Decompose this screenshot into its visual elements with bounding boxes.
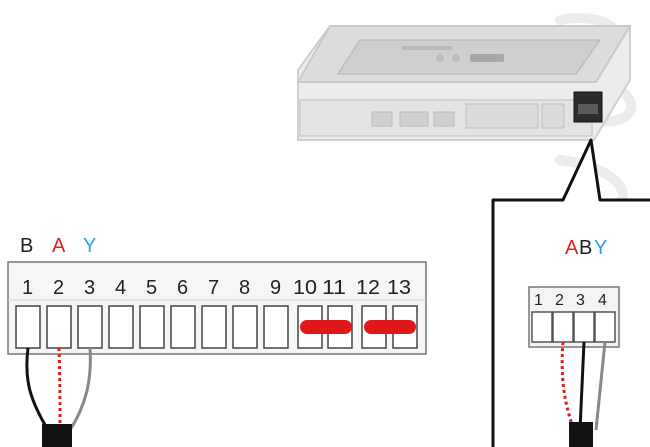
callout-wire-b: [578, 341, 586, 431]
callout-label-y: Y: [594, 237, 607, 259]
callout-wire-y: [594, 341, 607, 431]
main-wires: [25, 347, 92, 447]
callout-terminal-number: 1: [534, 292, 543, 309]
callout-label-a: A: [565, 237, 579, 259]
callout-terminal-number: 2: [555, 292, 564, 309]
terminal-number: 13: [387, 277, 411, 299]
terminal-slot: [139, 305, 165, 349]
terminal-number: 3: [84, 277, 95, 299]
main-label-b: B: [20, 235, 33, 257]
terminal-slot: [46, 305, 72, 349]
terminal-number: 11: [322, 277, 346, 299]
main-cable-clamp: [42, 424, 72, 447]
terminal-number: 1: [22, 277, 33, 299]
terminal-slot: [77, 305, 103, 349]
main-label-y: Y: [83, 235, 96, 257]
wire-terminal-1: [25, 347, 50, 431]
terminal-number: 2: [53, 277, 64, 299]
callout-terminal-number: 3: [576, 292, 585, 309]
terminal-slot: [170, 305, 196, 349]
terminal-number: 10: [293, 277, 317, 299]
callout-label-b: B: [579, 237, 592, 259]
callout-signal-labels: A B Y: [565, 237, 607, 259]
main-label-a: A: [52, 235, 66, 257]
terminal-number: 12: [356, 277, 380, 299]
jumper-10-11: [300, 320, 352, 334]
controller-device: [296, 25, 632, 141]
wiring-diagram: A B Y 1 2 3 4 1 2 3 4 5 6 7 8 9 10 11 12…: [7, 13, 650, 447]
terminal-slot: [15, 305, 41, 349]
callout-terminal-number: 4: [598, 292, 607, 309]
jumper-12-13: [364, 320, 416, 334]
callout-wire-a: [560, 341, 576, 431]
terminal-slot: [201, 305, 227, 349]
callout-cable-clamp: [569, 422, 593, 447]
main-signal-labels: B A Y: [20, 235, 96, 257]
wire-terminal-3: [68, 347, 92, 431]
terminal-number: 8: [239, 277, 250, 299]
terminal-number: 6: [177, 277, 188, 299]
terminal-slot: [108, 305, 134, 349]
terminal-slot: [232, 305, 258, 349]
terminal-number: 9: [270, 277, 281, 299]
terminal-number: 7: [208, 277, 219, 299]
terminal-number: 4: [115, 277, 126, 299]
wire-terminal-2: [57, 347, 62, 431]
callout-wires: [560, 341, 607, 447]
terminal-slot: [263, 305, 289, 349]
terminal-number: 5: [146, 277, 157, 299]
